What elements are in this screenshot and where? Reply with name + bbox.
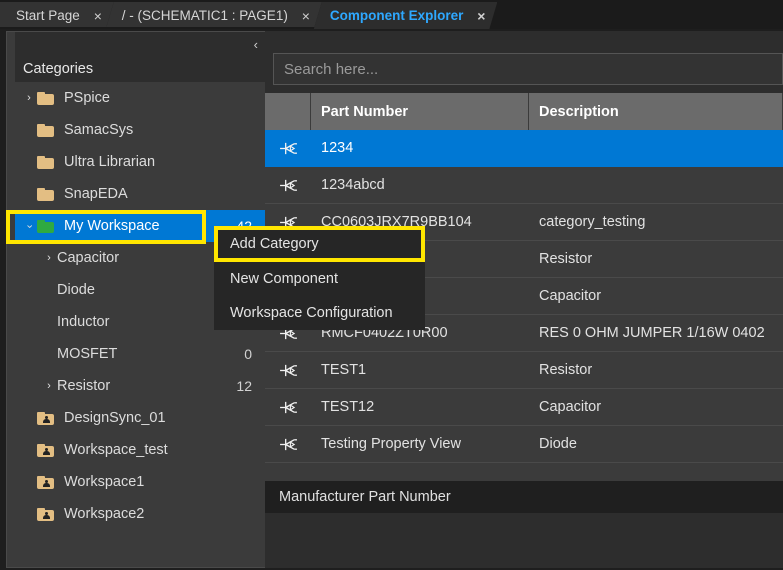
cell-part-number: TEST1 <box>321 362 367 378</box>
cell-description: Capacitor <box>539 399 602 415</box>
tree-item-count: 12 <box>236 378 252 394</box>
cell-description: Resistor <box>539 251 593 267</box>
tree-item-label: Workspace2 <box>64 506 145 522</box>
tree-item-label: DesignSync_01 <box>64 410 166 426</box>
cell-part-number: 1234 <box>321 140 354 156</box>
cell-description: Resistor <box>539 362 593 378</box>
component-icon <box>279 179 297 191</box>
component-icon <box>279 401 297 413</box>
chevron-right-icon[interactable]: › <box>41 380 57 392</box>
row-icon-cell <box>265 141 311 156</box>
tree-item-workspace1[interactable]: ›Workspace1 <box>15 466 266 498</box>
tree-item-label: PSpice <box>64 90 110 106</box>
row-icon-cell <box>265 437 311 452</box>
cell-description: Diode <box>539 436 577 452</box>
tree-item-count: 0 <box>244 346 252 362</box>
tree-item-pspice[interactable]: › PSpice <box>15 82 266 114</box>
tree-item-designsync-01[interactable]: ›DesignSync_01 <box>15 402 266 434</box>
tree-item-label: Ultra Librarian <box>64 154 156 170</box>
tree-item-snapeda[interactable]: ›SnapEDA <box>15 178 266 210</box>
folder-icon <box>37 155 57 169</box>
close-icon[interactable]: × <box>92 9 104 23</box>
table-row[interactable]: 1234abcd <box>265 167 783 204</box>
cell-description: RES 0 OHM JUMPER 1/16W 0402 <box>539 325 765 341</box>
folder-user-icon <box>37 475 57 489</box>
tree-item-mosfet[interactable]: ›MOSFET0 <box>15 338 266 370</box>
folder-open-icon <box>37 219 57 233</box>
component-icon <box>279 142 297 154</box>
mpn-label: Manufacturer Part Number <box>279 489 451 505</box>
tree-item-ultra-librarian[interactable]: ›Ultra Librarian <box>15 146 266 178</box>
component-icon <box>279 438 297 450</box>
context-menu-item-add-category[interactable]: Add Category <box>214 226 425 262</box>
table-row[interactable]: Testing Property View Diode <box>265 426 783 463</box>
table-row[interactable]: TEST1 Resistor <box>265 352 783 389</box>
tree-item-workspace-test[interactable]: ›Workspace_test <box>15 434 266 466</box>
cell-part-number: 1234abcd <box>321 177 385 193</box>
grid-header-icon[interactable] <box>265 93 311 130</box>
row-icon-cell <box>265 400 311 415</box>
chevron-left-icon[interactable]: ‹ <box>254 38 258 51</box>
cell-description: Capacitor <box>539 288 602 304</box>
folder-user-icon <box>37 411 57 425</box>
context-menu-item-new-component[interactable]: New Component <box>214 262 425 296</box>
tree-item-resistor[interactable]: › Resistor 12 <box>15 370 266 402</box>
panel-collapse-bar: ‹ <box>15 32 266 56</box>
panel-bottom-filler <box>265 513 783 568</box>
tree-item-label: Workspace_test <box>64 442 168 458</box>
chevron-right-icon[interactable]: › <box>41 252 57 264</box>
tree-item-label: Inductor <box>57 314 110 330</box>
tree-item-label: Resistor <box>57 378 111 394</box>
folder-user-icon <box>37 443 57 457</box>
tab-label: Start Page <box>16 8 80 23</box>
grid-header-description[interactable]: Description <box>529 93 783 130</box>
row-icon-cell <box>265 363 311 378</box>
close-icon[interactable]: × <box>475 9 487 23</box>
component-icon <box>279 364 297 376</box>
search-box[interactable] <box>273 53 783 85</box>
cell-description: category_testing <box>539 214 646 230</box>
grid-header-row: Part Number Description <box>265 93 783 130</box>
manufacturer-part-number-bar: Manufacturer Part Number <box>265 481 783 513</box>
folder-icon <box>37 91 57 105</box>
component-explorer-window: Start Page × / - (SCHEMATIC1 : PAGE1) × … <box>0 0 783 570</box>
tree-item-label: Workspace1 <box>64 474 145 490</box>
tree-item-label: Capacitor <box>57 250 120 266</box>
table-row[interactable]: 1234 <box>265 130 783 167</box>
tree-item-workspace2[interactable]: ›Workspace2 <box>15 498 266 530</box>
chevron-down-icon[interactable]: › <box>24 218 36 234</box>
tab-bar-filler <box>489 2 783 29</box>
grid-header-part-number[interactable]: Part Number <box>311 93 529 130</box>
context-menu[interactable]: Add Category New Component Workspace Confi… <box>214 226 425 330</box>
row-icon-cell <box>265 178 311 193</box>
tab-start-page[interactable]: Start Page × <box>0 2 114 29</box>
categories-title: Categories <box>15 56 266 82</box>
table-row[interactable]: TEST12 Capacitor <box>265 389 783 426</box>
tab-label: Component Explorer <box>329 8 464 23</box>
tab-component-explorer[interactable]: Component Explorer × <box>314 2 498 29</box>
search-input[interactable] <box>274 54 782 84</box>
tree-item-label: SnapEDA <box>64 186 128 202</box>
cell-part-number: TEST12 <box>321 399 375 415</box>
tab-bar: Start Page × / - (SCHEMATIC1 : PAGE1) × … <box>0 0 783 29</box>
tree-item-label: My Workspace <box>64 218 160 234</box>
tab-label: / - (SCHEMATIC1 : PAGE1) <box>121 8 288 23</box>
tree-item-label: MOSFET <box>57 346 118 362</box>
tree-item-samacsys[interactable]: ›SamacSys <box>15 114 266 146</box>
tab-schematic1-page1[interactable]: / - (SCHEMATIC1 : PAGE1) × <box>106 2 322 29</box>
tree-item-label: Diode <box>57 282 95 298</box>
chevron-right-icon[interactable]: › <box>21 92 37 104</box>
tree-item-label: SamacSys <box>64 122 134 138</box>
folder-user-icon <box>37 507 57 521</box>
folder-icon <box>37 123 57 137</box>
close-icon[interactable]: × <box>300 9 312 23</box>
context-menu-item-workspace-configuration[interactable]: Workspace Configuration <box>214 296 425 330</box>
cell-part-number: Testing Property View <box>321 436 461 452</box>
folder-icon <box>37 187 57 201</box>
